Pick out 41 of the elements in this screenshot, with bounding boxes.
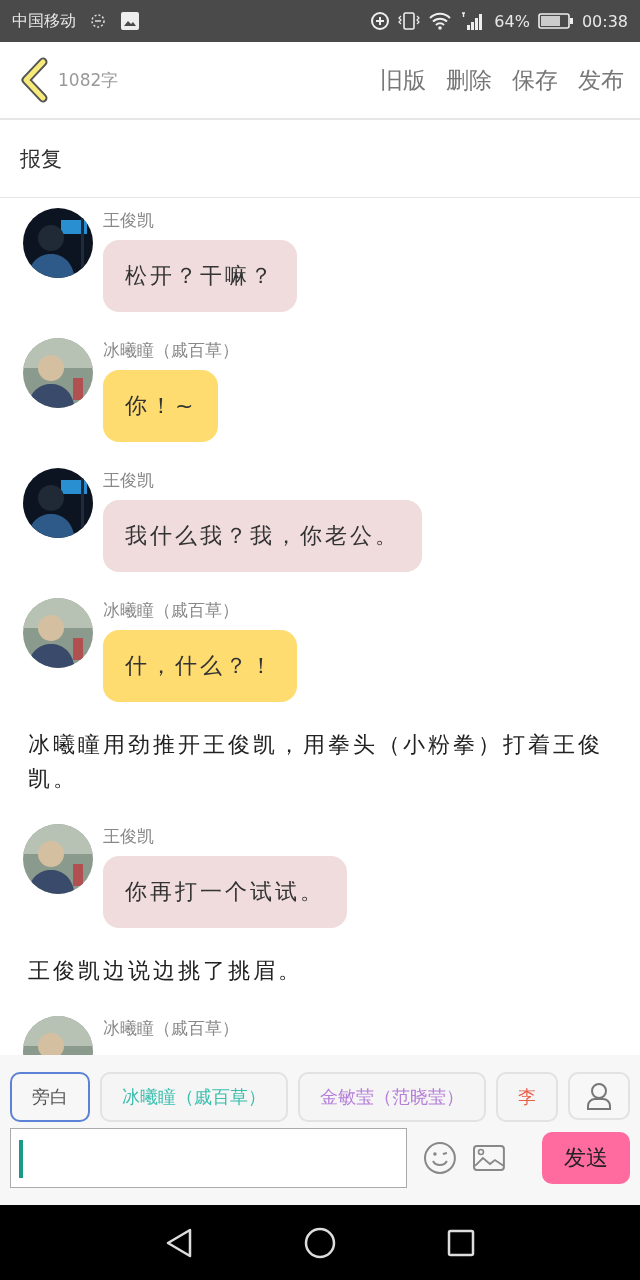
speaker-name: 王俊凯 bbox=[103, 825, 154, 848]
text-cursor bbox=[19, 1140, 23, 1178]
toolbar-button[interactable]: 发布 bbox=[578, 64, 624, 96]
input-field[interactable] bbox=[10, 1128, 407, 1188]
message-bubble: 松开？干嘛？ bbox=[103, 240, 297, 312]
character-tab[interactable]: 旁白 bbox=[10, 1072, 90, 1122]
chapter-title: 报复 bbox=[20, 145, 62, 173]
carrier-name: 中国移动 bbox=[12, 10, 76, 32]
back-icon[interactable] bbox=[18, 57, 50, 103]
emoji-icon[interactable] bbox=[422, 1141, 457, 1175]
battery-percent: 64% bbox=[494, 11, 530, 31]
message-bubble: 什，什么？！ bbox=[103, 630, 297, 702]
image-icon bbox=[120, 11, 140, 31]
image-icon[interactable] bbox=[472, 1144, 507, 1172]
word-count: 1082字 bbox=[58, 68, 119, 92]
person-icon bbox=[586, 1081, 612, 1111]
message-bubble: 我什么我？我，你老公。 bbox=[103, 500, 422, 572]
home-icon[interactable] bbox=[303, 1225, 337, 1260]
battery-icon bbox=[537, 12, 574, 30]
vibrate-icon bbox=[398, 11, 421, 31]
speaker-name: 冰曦瞳（戚百草） bbox=[103, 339, 239, 362]
toolbar-button[interactable]: 保存 bbox=[512, 64, 558, 96]
character-button[interactable] bbox=[568, 1072, 630, 1120]
message-bubble: 你！~ bbox=[103, 370, 219, 442]
character-tab[interactable]: 金敏莹（范晓莹） bbox=[298, 1072, 486, 1122]
wifi-icon bbox=[428, 11, 453, 31]
send-button[interactable]: 发送 bbox=[542, 1132, 630, 1184]
message-bubble: 你再打一个试试。 bbox=[103, 856, 347, 928]
toolbar-button[interactable]: 旧版 bbox=[380, 64, 426, 96]
sync-icon bbox=[90, 13, 106, 29]
clock-time: 00:38 bbox=[581, 11, 628, 31]
narration-text: 冰曦瞳用劲推开王俊凯，用拳头（小粉拳）打着王俊凯。 bbox=[28, 731, 604, 793]
recent-apps-icon[interactable] bbox=[445, 1227, 476, 1258]
toolbar-button[interactable]: 删除 bbox=[446, 64, 492, 96]
narration-text: 王俊凯边说边挑了挑眉。 bbox=[28, 957, 304, 985]
speaker-name: 王俊凯 bbox=[103, 209, 154, 232]
speaker-name: 冰曦瞳（戚百草） bbox=[103, 599, 239, 622]
speaker-name: 冰曦瞳（戚百草） bbox=[103, 1017, 239, 1040]
character-tab[interactable]: 李 bbox=[496, 1072, 558, 1122]
data-saver-icon bbox=[370, 11, 391, 31]
speaker-name: 王俊凯 bbox=[103, 469, 154, 492]
